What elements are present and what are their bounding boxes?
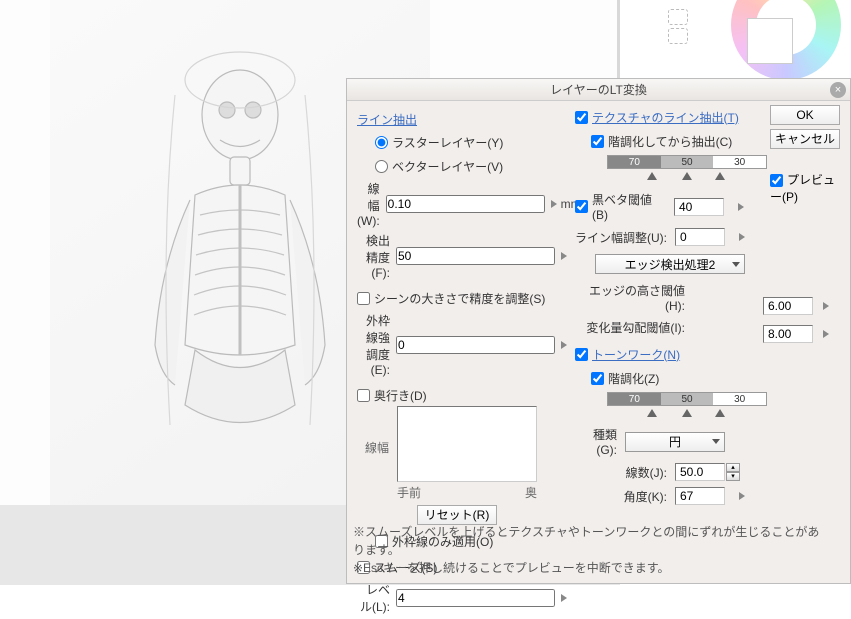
scene-adjust-label: シーンの大きさで精度を調整(S) (374, 290, 551, 307)
vector-label: ベクターレイヤー(V) (392, 158, 509, 175)
posterize-c-label: 階調化してから抽出(C) (608, 133, 738, 150)
line-width-label: 線幅(W): (357, 180, 386, 228)
detect-acc-input[interactable] (396, 247, 555, 265)
depth-checkbox[interactable] (357, 389, 370, 402)
cancel-button[interactable]: キャンセル (770, 129, 840, 149)
dialog-titlebar[interactable]: レイヤーのLT変換 × (347, 79, 850, 101)
black-thresh-input[interactable] (674, 198, 724, 216)
change-gradient-input[interactable] (763, 325, 813, 343)
line-width-adj-label: ライン幅調整(U): (575, 229, 675, 246)
slider-c-thumb-1[interactable] (647, 172, 657, 180)
type-dropdown[interactable]: 円 (625, 432, 725, 452)
slider-c-seg-1: 50 (661, 156, 714, 168)
black-thresh-checkbox[interactable] (575, 200, 588, 213)
tonework-checkbox[interactable] (575, 348, 588, 361)
close-button[interactable]: × (830, 82, 846, 98)
slider-z-seg-0: 70 (608, 393, 661, 405)
change-gradient-label: 変化量勾配閾値(I): (575, 319, 693, 336)
line-width-input[interactable] (386, 195, 545, 213)
hint-1: ※スムーズレベルを上げるとテクスチャやトーンワークとの間にずれが生じることがあり… (353, 523, 831, 559)
type-label: 種類(G): (575, 426, 625, 457)
black-thresh-expand[interactable] (738, 203, 744, 211)
black-thresh-label: 黒ベタ閾値(B) (592, 191, 674, 222)
edge-height-label: エッジの高さ閾値(H): (575, 282, 693, 313)
posterize-z-slider[interactable]: 70 50 30 (607, 392, 767, 406)
slider-z-thumb-1[interactable] (647, 409, 657, 417)
edge-method-dropdown[interactable]: エッジ検出処理2 (595, 254, 745, 274)
slider-c-thumb-3[interactable] (715, 172, 725, 180)
scene-adjust-checkbox[interactable] (357, 292, 370, 305)
color-wheel-panel (681, 0, 841, 70)
tonework-label: トーンワーク(N) (592, 346, 680, 363)
slider-z-thumb-3[interactable] (715, 409, 725, 417)
chevron-down-icon (732, 262, 740, 267)
hint-2: ※Escキーを押し続けることでプレビューを中断できます。 (353, 559, 831, 577)
slider-z-thumb-2[interactable] (682, 409, 692, 417)
detect-acc-label: 検出精度(F): (357, 232, 396, 280)
chevron-down-icon (712, 439, 720, 444)
edge-method-value: エッジ検出処理2 (625, 256, 716, 273)
lines-label: 線数(J): (575, 464, 675, 481)
texture-line-checkbox[interactable] (575, 111, 588, 124)
edge-height-input[interactable] (763, 297, 813, 315)
edge-height-expand[interactable] (823, 302, 829, 310)
posterize-c-checkbox[interactable] (591, 135, 604, 148)
slider-z-seg-1: 50 (661, 393, 714, 405)
hint-text: ※スムーズレベルを上げるとテクスチャやトーンワークとの間にずれが生じることがあり… (347, 523, 837, 577)
posterize-c-slider[interactable]: 70 50 30 (607, 155, 767, 169)
slider-c-seg-0: 70 (608, 156, 661, 168)
outline-strength-label: 外枠線強調度(E): (357, 312, 396, 377)
level-label: レベル(L): (357, 581, 396, 615)
detect-acc-expand[interactable] (561, 252, 567, 260)
type-value: 円 (669, 433, 681, 450)
selection-rect-icon[interactable] (668, 9, 688, 25)
posterize-z-checkbox[interactable] (591, 372, 604, 385)
change-gradient-expand[interactable] (823, 330, 829, 338)
graph-vlabel: 線幅 (357, 409, 397, 456)
level-input[interactable] (396, 589, 555, 607)
angle-label: 角度(K): (575, 488, 675, 505)
lines-spinner[interactable]: ▴▾ (726, 463, 740, 481)
reset-button[interactable]: リセット(R) (417, 505, 497, 525)
line-width-adj-input[interactable] (675, 228, 725, 246)
posterize-z-label: 階調化(Z) (608, 370, 665, 387)
graph-front-label: 手前 (397, 484, 421, 501)
dialog-title: レイヤーのLT変換 (550, 81, 647, 98)
line-extract-title: ライン抽出 (357, 111, 567, 128)
outline-strength-expand[interactable] (561, 341, 567, 349)
preview-checkbox[interactable] (770, 174, 783, 187)
color-swatch[interactable] (747, 18, 793, 64)
depth-graph[interactable] (397, 406, 537, 482)
raster-label: ラスターレイヤー(Y) (392, 134, 509, 151)
slider-c-thumb-2[interactable] (682, 172, 692, 180)
lines-input[interactable] (675, 463, 725, 481)
lt-convert-dialog: レイヤーのLT変換 × OK キャンセル プレビュー(P) ライン抽出 ラスター… (346, 78, 851, 584)
graph-back-label: 奥 (525, 484, 537, 501)
lasso-icon[interactable] (668, 28, 688, 44)
slider-z-seg-2: 30 (713, 393, 766, 405)
line-width-adj-expand[interactable] (739, 233, 745, 241)
raster-radio[interactable] (375, 136, 388, 149)
vector-radio[interactable] (375, 160, 388, 173)
level-expand[interactable] (561, 594, 567, 602)
texture-line-label: テクスチャのライン抽出(T) (592, 109, 739, 126)
slider-c-seg-2: 30 (713, 156, 766, 168)
depth-label: 奥行き(D) (374, 387, 433, 404)
line-width-expand[interactable] (551, 200, 557, 208)
angle-input[interactable] (675, 487, 725, 505)
ok-button[interactable]: OK (770, 105, 840, 125)
angle-expand[interactable] (739, 492, 745, 500)
outline-strength-input[interactable] (396, 336, 555, 354)
